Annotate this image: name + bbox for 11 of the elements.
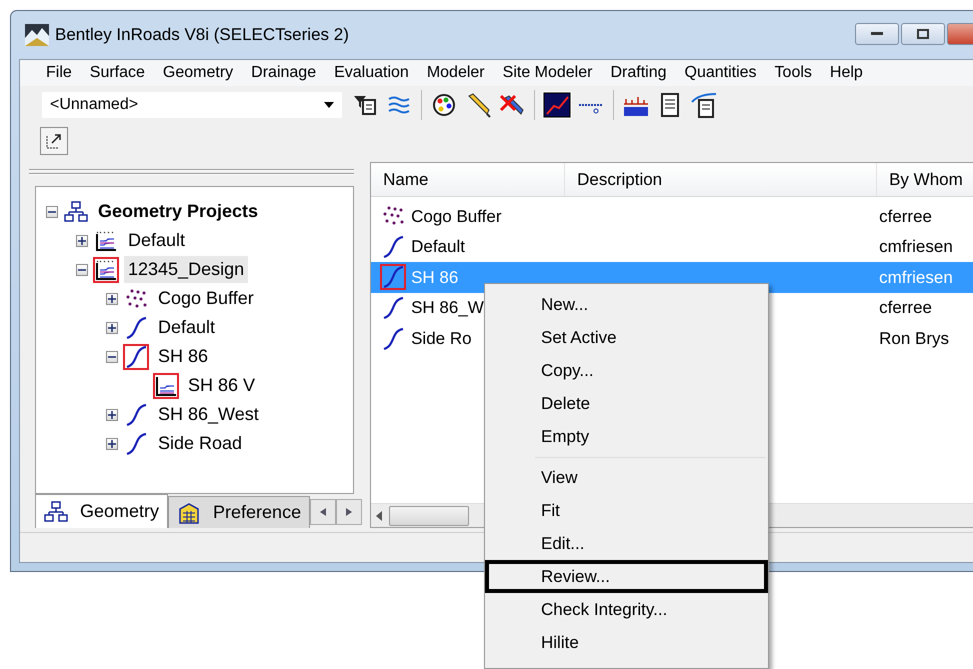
name-cell-text: SH 86_W bbox=[411, 297, 484, 320]
owner-cell-text: cferree bbox=[878, 297, 932, 320]
name-cell-text: SH 86 bbox=[411, 266, 458, 289]
owner-cell-text: cmfriesen bbox=[878, 236, 953, 258]
name-cell-text: Default bbox=[411, 236, 465, 258]
name-cell-text: Side Ro bbox=[411, 328, 472, 350]
window-title: Bentley InRoads V8i (SELECTseries 2) bbox=[55, 24, 349, 46]
name-cell-text: Cogo Buffer bbox=[411, 206, 502, 228]
owner-cell-text: cferree bbox=[878, 206, 932, 228]
owner-cell-text: cmfriesen bbox=[878, 266, 953, 289]
owner-cell-text: Ron Brys bbox=[878, 328, 950, 350]
